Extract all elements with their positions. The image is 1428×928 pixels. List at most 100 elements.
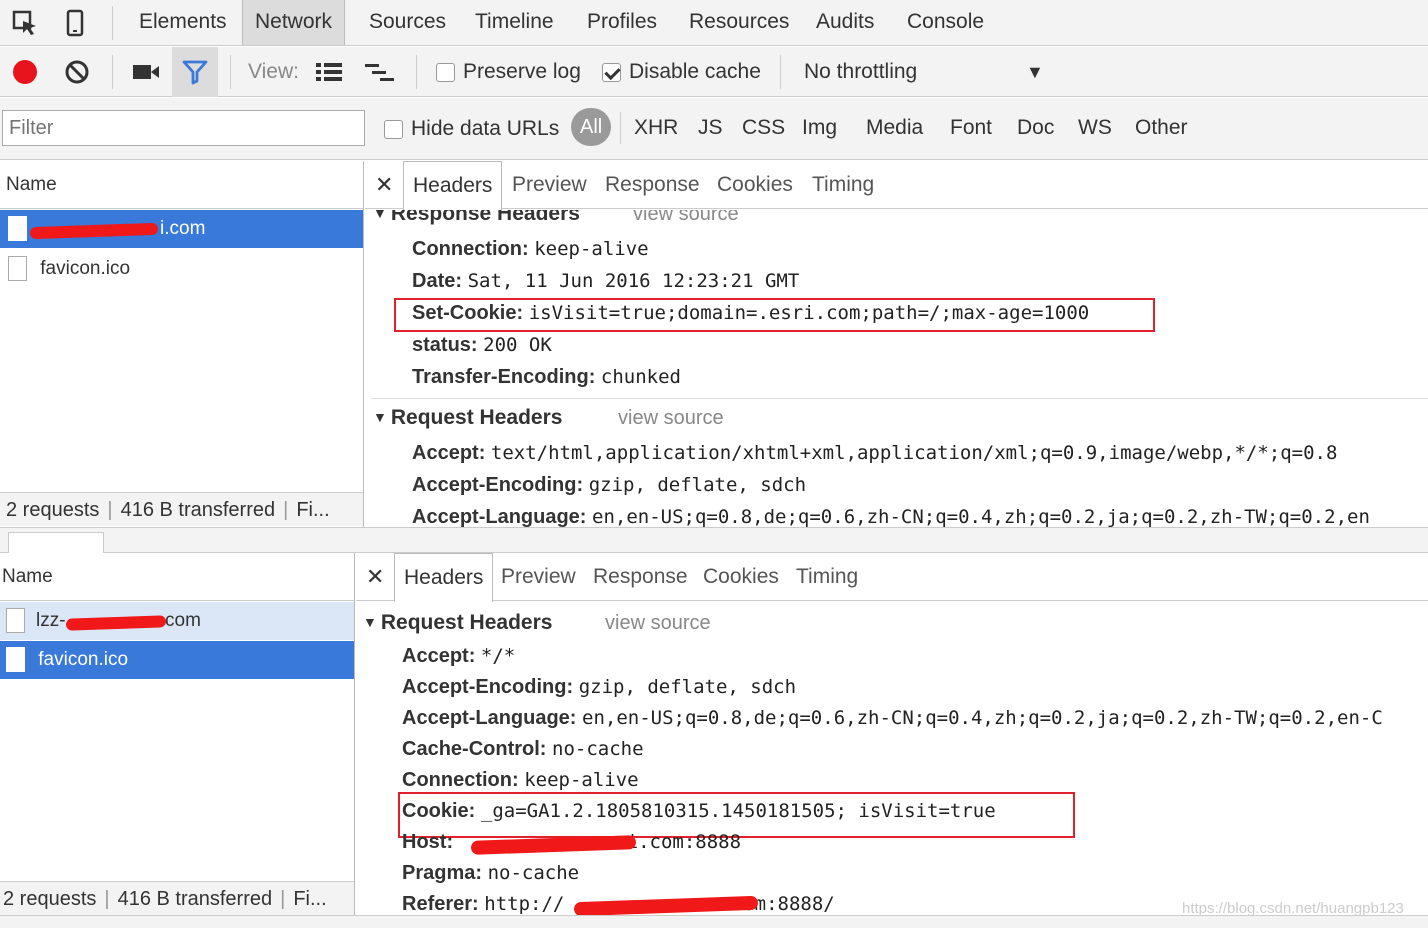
triangle-down-icon: ▼ bbox=[363, 614, 377, 630]
list-item[interactable]: lzz- com bbox=[0, 602, 354, 640]
close-icon[interactable]: ✕ bbox=[375, 161, 393, 209]
type-filter-ws[interactable]: WS bbox=[1078, 98, 1112, 160]
header-line: Accept-Language: en,en-US;q=0.8,de;q=0.6… bbox=[402, 707, 1383, 729]
file-name: i.com bbox=[160, 218, 206, 239]
status-summary: 2 requests | 416 B transferred | Fi... bbox=[0, 492, 363, 526]
preserve-log-check-icon[interactable] bbox=[436, 62, 455, 82]
finish-truncated: Fi... bbox=[293, 888, 327, 910]
filter-bar: Hide data URLs All XHR JS CSS Img Media … bbox=[0, 98, 1428, 160]
drawer-separator bbox=[0, 527, 1428, 554]
headers-content: ▼ Request Headers view source Accept: */*… bbox=[356, 602, 1428, 915]
view-label: View: bbox=[248, 60, 299, 83]
tab-timing[interactable]: Timing bbox=[796, 553, 858, 601]
tab-sources[interactable]: Sources bbox=[369, 0, 446, 45]
toolbar-divider bbox=[780, 55, 781, 89]
list-item[interactable]: favicon.ico bbox=[0, 641, 354, 679]
tab-headers[interactable]: Headers bbox=[394, 553, 494, 602]
detail-tabs: ✕ Headers Preview Response Cookies Timin… bbox=[356, 553, 1428, 602]
clear-icon[interactable] bbox=[64, 47, 90, 97]
tab-timeline[interactable]: Timeline bbox=[475, 0, 554, 45]
file-name-prefix: lzz- bbox=[36, 610, 66, 631]
header-line: Accept-Encoding: gzip, deflate, sdch bbox=[412, 474, 807, 496]
tab-profiles[interactable]: Profiles bbox=[587, 0, 657, 45]
toolbar-divider bbox=[230, 55, 231, 89]
finish-truncated: Fi... bbox=[296, 499, 330, 521]
triangle-down-icon: ▼ bbox=[373, 210, 387, 221]
tab-cookies[interactable]: Cookies bbox=[703, 553, 779, 601]
view-source-link[interactable]: view source bbox=[633, 210, 739, 226]
triangle-down-icon: ▼ bbox=[373, 409, 387, 425]
type-filter-other[interactable]: Other bbox=[1135, 98, 1188, 160]
tab-headers[interactable]: Headers bbox=[403, 161, 503, 210]
header-line: Connection: keep-alive bbox=[412, 238, 649, 260]
request-list: Name i.com favicon.ico 2 requests | 416 B … bbox=[0, 161, 364, 527]
column-header-name[interactable]: Name bbox=[0, 553, 354, 601]
file-name: favicon.ico bbox=[40, 258, 131, 279]
header-line: Date: Sat, 11 Jun 2016 12:23:21 GMT bbox=[412, 270, 800, 292]
preserve-log-checkbox[interactable]: Preserve log bbox=[436, 47, 581, 97]
tab-console[interactable]: Console bbox=[907, 0, 984, 45]
close-icon[interactable]: ✕ bbox=[366, 553, 384, 601]
filter-icon[interactable] bbox=[172, 47, 218, 97]
tab-cookies[interactable]: Cookies bbox=[717, 161, 793, 209]
tab-resources[interactable]: Resources bbox=[689, 0, 789, 45]
view-source-link[interactable]: view source bbox=[618, 407, 724, 430]
request-list: Name lzz- com favicon.ico 2 requests | 416… bbox=[0, 553, 355, 915]
type-filter-css[interactable]: CSS bbox=[742, 98, 785, 160]
header-line: status: 200 OK bbox=[412, 334, 552, 356]
type-filter-xhr[interactable]: XHR bbox=[634, 98, 678, 160]
headers-content: ▼ Response Headers view source Connection… bbox=[365, 210, 1428, 527]
type-filter-js[interactable]: JS bbox=[698, 98, 723, 160]
list-item[interactable]: favicon.ico bbox=[0, 250, 363, 288]
detail-tabs: ✕ Headers Preview Response Cookies Timin… bbox=[365, 161, 1428, 210]
request-details: ✕ Headers Preview Response Cookies Timin… bbox=[356, 553, 1428, 915]
tab-network[interactable]: Network bbox=[242, 0, 346, 45]
type-filter-all[interactable]: All bbox=[571, 108, 612, 146]
column-header-name[interactable]: Name bbox=[0, 161, 363, 209]
section-response-headers[interactable]: ▼ Response Headers bbox=[373, 210, 580, 226]
network-toolbar: View: Preserve log Disable cache No thro… bbox=[0, 47, 1428, 97]
tab-preview[interactable]: Preview bbox=[501, 553, 576, 601]
tab-preview[interactable]: Preview bbox=[512, 161, 587, 209]
capture-screenshots-icon[interactable] bbox=[132, 47, 160, 97]
header-line: Transfer-Encoding: chunked bbox=[412, 366, 681, 388]
inspect-element-icon[interactable] bbox=[10, 8, 40, 38]
overview-icon[interactable] bbox=[364, 47, 396, 97]
devtools-tabbar: Elements Network Sources Timeline Profil… bbox=[0, 0, 1428, 46]
tab-response[interactable]: Response bbox=[593, 553, 688, 601]
hide-data-urls-label: Hide data URLs bbox=[411, 117, 560, 140]
header-line: Accept-Encoding: gzip, deflate, sdch bbox=[402, 676, 797, 698]
toolbar-divider bbox=[416, 55, 417, 89]
hide-data-urls-check-icon[interactable] bbox=[384, 119, 403, 139]
section-request-headers[interactable]: ▼ Request Headers bbox=[373, 406, 562, 430]
record-icon[interactable] bbox=[12, 47, 38, 97]
type-filter-font[interactable]: Font bbox=[950, 98, 992, 160]
header-line: Pragma: no-cache bbox=[402, 862, 580, 884]
header-line: Accept: text/html,application/xhtml+xml,… bbox=[412, 442, 1338, 464]
chevron-down-icon[interactable]: ▼ bbox=[1026, 47, 1044, 97]
section-request-headers[interactable]: ▼ Request Headers bbox=[363, 611, 552, 635]
toolbar-divider bbox=[112, 6, 113, 40]
throttling-select[interactable]: No throttling bbox=[804, 47, 917, 97]
hide-data-urls-checkbox[interactable]: Hide data URLs bbox=[384, 98, 559, 160]
list-item[interactable]: i.com bbox=[0, 210, 363, 248]
type-filter-doc[interactable]: Doc bbox=[1017, 98, 1054, 160]
device-mode-icon[interactable] bbox=[60, 8, 90, 38]
header-line: Accept: */* bbox=[402, 645, 516, 667]
drawer-tab bbox=[8, 532, 104, 554]
tab-audits[interactable]: Audits bbox=[816, 0, 874, 45]
tab-timing[interactable]: Timing bbox=[812, 161, 874, 209]
type-filter-img[interactable]: Img bbox=[802, 98, 837, 160]
watermark: https://blog.csdn.net/huangpb123 bbox=[1182, 900, 1404, 917]
redaction-mark bbox=[65, 615, 167, 631]
filter-input[interactable] bbox=[2, 110, 365, 146]
type-filter-media[interactable]: Media bbox=[866, 98, 923, 160]
disable-cache-checkbox[interactable]: Disable cache bbox=[602, 47, 761, 97]
tab-elements[interactable]: Elements bbox=[139, 0, 227, 45]
large-rows-icon[interactable] bbox=[315, 47, 343, 97]
view-source-link[interactable]: view source bbox=[605, 612, 711, 635]
redaction-mark bbox=[29, 222, 159, 240]
header-line: Connection: keep-alive bbox=[402, 769, 639, 791]
disable-cache-check-icon[interactable] bbox=[602, 62, 621, 82]
tab-response[interactable]: Response bbox=[605, 161, 700, 209]
